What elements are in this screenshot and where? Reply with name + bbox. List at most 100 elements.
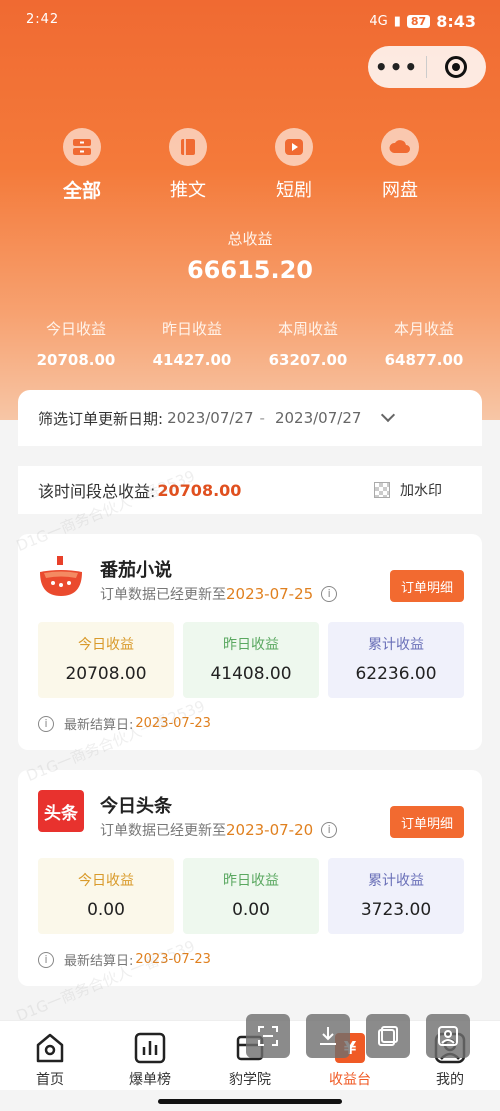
chevron-down-icon[interactable] bbox=[381, 407, 396, 423]
nav-profile-label: 我的 bbox=[436, 1072, 464, 1088]
total-earnings-label: 总收益 bbox=[227, 230, 273, 248]
tab-all-label: 全部 bbox=[62, 180, 101, 202]
box-label: 累计收益 bbox=[368, 637, 424, 653]
platform-update-info: 订单数据已经更新至 2023-07-20 i bbox=[100, 820, 338, 840]
fanqie-logo-icon bbox=[38, 556, 84, 598]
period-label: 本月收益 bbox=[393, 320, 454, 338]
box-value: 3723.00 bbox=[360, 900, 432, 920]
miniapp-capsule: ••• bbox=[368, 46, 486, 88]
update-date: 2023-07-20 bbox=[226, 821, 314, 839]
period-month: 本月收益 64877.00 bbox=[366, 318, 482, 369]
platform-card-fanqie: 番茄小说 订单数据已经更新至 2023-07-25 i 订单明细 今日收益 20… bbox=[18, 534, 482, 750]
info-icon[interactable]: i bbox=[38, 715, 54, 732]
floating-toolbar bbox=[246, 1014, 470, 1058]
box-value: 62236.00 bbox=[355, 664, 437, 684]
info-icon[interactable]: i bbox=[321, 822, 338, 838]
tab-short-drama[interactable]: 短剧 bbox=[241, 128, 347, 203]
date-separator: - bbox=[259, 409, 265, 427]
tab-cloud-drive[interactable]: 网盘 bbox=[347, 128, 453, 203]
yesterday-earnings-box: 昨日收益 41408.00 bbox=[183, 622, 319, 698]
bar-chart-icon bbox=[100, 1031, 200, 1065]
cumulative-earnings-box: 累计收益 62236.00 bbox=[328, 622, 464, 698]
period-yesterday: 昨日收益 41427.00 bbox=[134, 318, 250, 369]
earnings-boxes: 今日收益 0.00 昨日收益 0.00 累计收益 3723.00 bbox=[38, 858, 464, 934]
close-miniapp-icon[interactable] bbox=[427, 56, 485, 78]
all-icon bbox=[63, 128, 101, 166]
add-watermark-button[interactable]: 加水印 bbox=[374, 480, 442, 500]
total-earnings-value: 66615.20 bbox=[186, 256, 313, 284]
play-icon bbox=[275, 128, 313, 166]
watermark-icon bbox=[374, 482, 390, 498]
toutiao-logo-icon: 头条 bbox=[38, 790, 84, 832]
period-label: 本周收益 bbox=[277, 320, 338, 338]
date-filter-label: 筛选订单更新日期: bbox=[38, 409, 164, 428]
battery-icon: 87 bbox=[406, 15, 431, 28]
today-earnings-box: 今日收益 20708.00 bbox=[38, 622, 174, 698]
nav-home-label: 首页 bbox=[36, 1072, 64, 1088]
tab-article-label: 推文 bbox=[170, 180, 206, 201]
period-week: 本周收益 63207.00 bbox=[250, 318, 366, 369]
period-today: 今日收益 20708.00 bbox=[18, 318, 134, 369]
cumulative-earnings-box: 累计收益 3723.00 bbox=[328, 858, 464, 934]
platform-update-info: 订单数据已经更新至 2023-07-25 i bbox=[100, 584, 338, 604]
gallery-icon[interactable] bbox=[366, 1014, 410, 1058]
period-value: 41427.00 bbox=[152, 351, 232, 369]
box-label: 昨日收益 bbox=[223, 637, 279, 653]
home-indicator[interactable] bbox=[158, 1099, 342, 1104]
platform-name: 番茄小说 bbox=[100, 560, 172, 581]
yesterday-earnings-box: 昨日收益 0.00 bbox=[183, 858, 319, 934]
scan-icon[interactable] bbox=[246, 1014, 290, 1058]
tab-cloud-drive-label: 网盘 bbox=[382, 180, 418, 201]
info-icon[interactable]: i bbox=[321, 586, 338, 602]
signal-icon: ▮ bbox=[393, 14, 401, 29]
period-label: 昨日收益 bbox=[161, 320, 222, 338]
info-icon[interactable]: i bbox=[38, 951, 54, 968]
platform-card-toutiao: 头条 今日头条 订单数据已经更新至 2023-07-20 i 订单明细 今日收益… bbox=[18, 770, 482, 986]
period-summary: 今日收益 20708.00 昨日收益 41427.00 本周收益 63207.0… bbox=[0, 318, 500, 369]
platform-name: 今日头条 bbox=[100, 796, 172, 817]
tab-short-drama-label: 短剧 bbox=[276, 180, 312, 201]
clock: 8:43 bbox=[436, 12, 476, 31]
period-value: 63207.00 bbox=[268, 351, 348, 369]
end-date[interactable]: 2023/07/27 bbox=[275, 409, 361, 427]
status-bar: 2:42 4G ▮ 87 8:43 bbox=[0, 0, 500, 44]
start-date[interactable]: 2023/07/27 bbox=[167, 409, 253, 427]
tab-article[interactable]: 推文 bbox=[135, 128, 241, 203]
box-value: 0.00 bbox=[232, 900, 270, 920]
order-detail-button[interactable]: 订单明细 bbox=[390, 806, 464, 838]
box-label: 今日收益 bbox=[78, 637, 134, 653]
update-date: 2023-07-25 bbox=[226, 585, 314, 603]
nav-hot-list[interactable]: 爆单榜 bbox=[100, 1021, 200, 1090]
home-icon bbox=[0, 1031, 100, 1065]
period-value: 20708.00 bbox=[36, 351, 116, 369]
box-value: 41408.00 bbox=[210, 664, 292, 684]
nav-earnings-label: 收益台 bbox=[329, 1072, 371, 1088]
box-label: 昨日收益 bbox=[223, 873, 279, 889]
nav-hot-list-label: 爆单榜 bbox=[129, 1072, 171, 1088]
category-tabs: 全部 推文 短剧 网盘 bbox=[0, 128, 500, 203]
update-prefix: 订单数据已经更新至 bbox=[100, 823, 226, 839]
earnings-boxes: 今日收益 20708.00 昨日收益 41408.00 累计收益 62236.0… bbox=[38, 622, 464, 698]
network-label: 4G bbox=[369, 14, 388, 29]
box-value: 0.00 bbox=[87, 900, 125, 920]
nav-academy-label: 豹学院 bbox=[229, 1072, 271, 1088]
tab-all[interactable]: 全部 bbox=[29, 128, 135, 203]
nav-home[interactable]: 首页 bbox=[0, 1021, 100, 1090]
more-menu-icon[interactable]: ••• bbox=[368, 55, 426, 79]
add-watermark-label: 加水印 bbox=[400, 483, 442, 499]
order-detail-button[interactable]: 订单明细 bbox=[390, 570, 464, 602]
status-right: 4G ▮ 87 8:43 bbox=[369, 12, 476, 31]
box-label: 今日收益 bbox=[78, 873, 134, 889]
toutiao-logo-text: 头条 bbox=[38, 790, 84, 832]
update-prefix: 订单数据已经更新至 bbox=[100, 587, 226, 603]
box-value: 20708.00 bbox=[65, 664, 147, 684]
status-left: 2:42 bbox=[26, 12, 60, 27]
account-icon[interactable] bbox=[426, 1014, 470, 1058]
period-value: 64877.00 bbox=[384, 351, 464, 369]
book-icon bbox=[169, 128, 207, 166]
period-label: 今日收益 bbox=[45, 320, 106, 338]
today-earnings-box: 今日收益 0.00 bbox=[38, 858, 174, 934]
cloud-icon bbox=[381, 128, 419, 166]
date-filter[interactable]: 筛选订单更新日期: 2023/07/27 - 2023/07/27 bbox=[18, 390, 482, 446]
download-icon[interactable] bbox=[306, 1014, 350, 1058]
